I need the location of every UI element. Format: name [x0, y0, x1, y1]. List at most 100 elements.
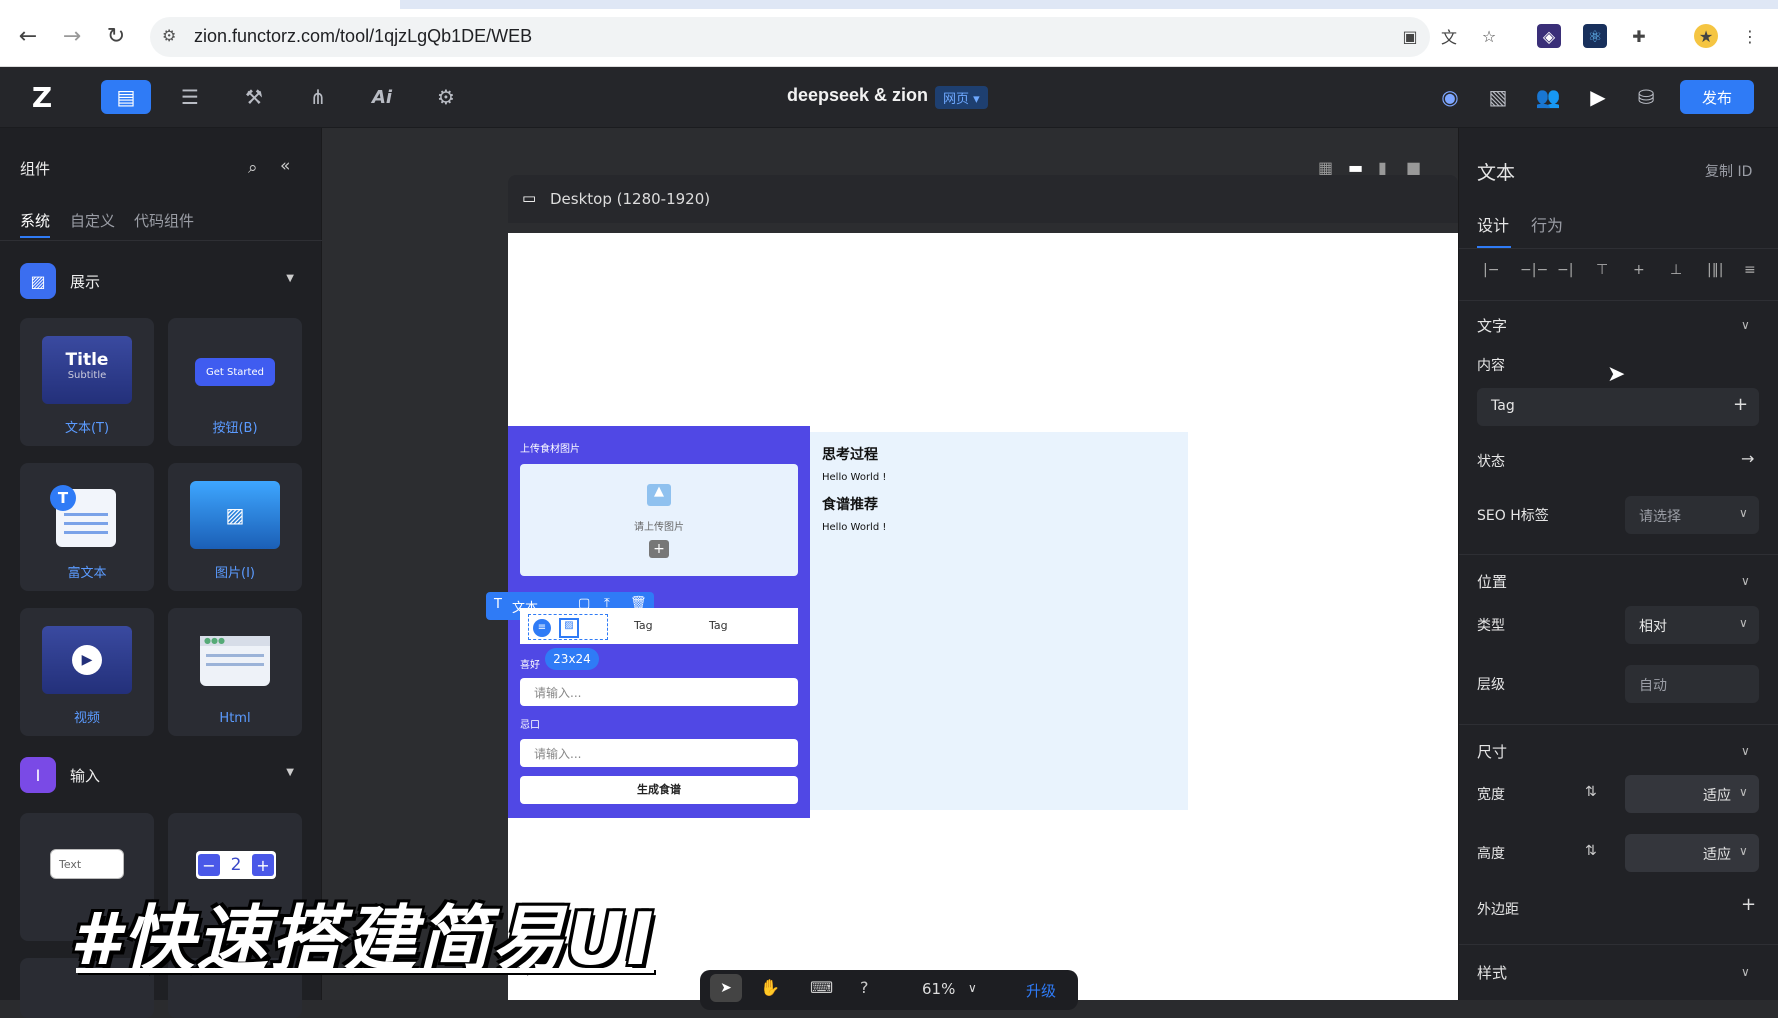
mouse-cursor-icon: ➤	[1607, 362, 1626, 387]
component-video[interactable]: ▶ 视频	[20, 608, 154, 736]
distribute-h-icon[interactable]: |‖|	[1707, 262, 1723, 278]
browser-menu-icon[interactable]: ⋮	[1738, 24, 1762, 48]
chevron-down-icon[interactable]: ∨	[968, 981, 977, 995]
pointer-tool-icon[interactable]: ➤	[710, 974, 742, 1002]
position-section-title: 位置	[1477, 573, 1508, 591]
tab-behavior[interactable]: 行为	[1531, 212, 1563, 236]
keyboard-icon[interactable]: ⌨	[810, 978, 833, 997]
add-binding-icon[interactable]: +	[1733, 394, 1748, 415]
address-bar[interactable]: ⚙ zion.functorz.com/tool/1qjzLgQb1DE/WEB	[150, 17, 1430, 57]
chevron-down-icon[interactable]: ∨	[1741, 744, 1750, 758]
align-left-icon[interactable]: |−	[1483, 262, 1499, 278]
react-devtools-icon[interactable]: ⚛	[1583, 24, 1607, 48]
data-icon[interactable]: ☰	[174, 81, 206, 113]
component-image[interactable]: ▨ 图片(I)	[168, 463, 302, 591]
tag-text[interactable]: Tag	[709, 619, 728, 632]
flow-icon[interactable]: ⋔	[302, 81, 334, 113]
tab-code-components[interactable]: 代码组件	[134, 210, 194, 231]
tag-row[interactable]: ≡ ▨ Tag Tag	[520, 608, 798, 644]
chevron-down-icon: ∨	[1739, 506, 1748, 520]
align-center-h-icon[interactable]: −|−	[1520, 262, 1548, 278]
form-container[interactable]: 上传食材图片 ▲ 请上传图片 + T 文本 ▢ ⤒ 🗑 ≡ ▨ Tag Tag …	[486, 426, 810, 818]
arrow-right-icon[interactable]: →	[1741, 449, 1754, 468]
component-text[interactable]: Title Subtitle 文本(T)	[20, 318, 154, 446]
tag-text[interactable]: Tag	[634, 619, 653, 632]
component-panel: 组件 ⌕ « 系统 自定义 代码组件 ▨ 展示 ▼ Title Subtitle…	[0, 128, 322, 1018]
component-html[interactable]: ●●● Html	[168, 608, 302, 736]
preview-play-icon[interactable]: ▶	[1582, 81, 1614, 113]
tab-design[interactable]: 设计	[1477, 212, 1509, 236]
profile-avatar[interactable]: ★	[1694, 24, 1718, 48]
help-icon[interactable]: ?	[860, 978, 869, 997]
preference-input[interactable]: 请输入...	[520, 678, 798, 706]
upload-box[interactable]: ▲ 请上传图片 +	[520, 464, 798, 576]
ai-icon[interactable]: Ai	[366, 81, 398, 113]
url-text[interactable]: zion.functorz.com/tool/1qjzLgQb1DE/WEB	[194, 26, 532, 47]
component-rich-text[interactable]: T 富文本	[20, 463, 154, 591]
collapse-icon[interactable]: «	[280, 156, 290, 176]
database-check-icon[interactable]: ⛁	[1630, 81, 1662, 113]
back-icon[interactable]: ←	[14, 22, 42, 50]
monitor-icon: ▭	[522, 189, 537, 207]
thinking-text: Hello World !	[822, 472, 887, 483]
platform-selector[interactable]: 网页 ▾	[935, 86, 988, 109]
seo-label: SEO H标签	[1477, 508, 1549, 524]
components-icon[interactable]: ▤	[101, 80, 151, 114]
search-icon[interactable]: ⌕	[248, 158, 258, 178]
settings-gear-icon[interactable]: ⚙	[430, 81, 462, 113]
output-container[interactable]: 思考过程 Hello World ! 食谱推荐 Hello World !	[810, 432, 1188, 810]
chevron-down-icon[interactable]: ∨	[1741, 965, 1750, 979]
section-input[interactable]: I 输入 ▼	[20, 757, 302, 793]
align-right-icon[interactable]: −|	[1557, 262, 1573, 278]
upgrade-link[interactable]: 升级	[1026, 980, 1056, 1001]
site-settings-icon[interactable]: ⚙	[162, 26, 184, 48]
extensions-puzzle-icon[interactable]: ✚	[1627, 24, 1651, 48]
size-badge: 23x24	[545, 648, 599, 670]
margin-label: 外边距	[1477, 902, 1519, 918]
device-label: Desktop (1280-1920)	[550, 190, 711, 208]
publish-button[interactable]: 发布	[1680, 80, 1754, 114]
component-label: 按钮(B)	[212, 421, 258, 436]
clipboard-icon[interactable]: ▣	[1398, 24, 1422, 48]
zoom-level[interactable]: 61%	[922, 980, 955, 998]
translate-icon[interactable]: 文	[1437, 24, 1461, 48]
align-top-icon[interactable]: ⊤	[1596, 262, 1608, 278]
component-button[interactable]: Get Started 按钮(B)	[168, 318, 302, 446]
caret-down-icon: ▼	[286, 273, 294, 284]
section-display[interactable]: ▨ 展示 ▼	[20, 263, 302, 299]
caption-underline	[76, 968, 654, 973]
chevron-down-icon[interactable]: ∨	[1741, 318, 1750, 332]
collaborators-icon[interactable]: 👥	[1532, 81, 1564, 113]
forward-icon[interactable]: →	[58, 22, 86, 50]
tab-system[interactable]: 系统	[20, 210, 50, 231]
add-image-button[interactable]: +	[649, 540, 669, 558]
rich-text-badge: T	[50, 485, 76, 511]
panel-title: 组件	[20, 160, 51, 178]
z-index-field[interactable]: 自动	[1625, 665, 1759, 703]
align-bottom-icon[interactable]: ⊥	[1670, 262, 1682, 278]
chevron-down-icon[interactable]: ∨	[1741, 574, 1750, 588]
add-margin-icon[interactable]: +	[1741, 894, 1756, 915]
actions-icon[interactable]: ⚒	[238, 81, 270, 113]
tab-custom[interactable]: 自定义	[70, 210, 115, 231]
reload-icon[interactable]: ↻	[102, 22, 130, 50]
hand-tool-icon[interactable]: ✋	[760, 978, 780, 997]
copy-id-button[interactable]: 复制 ID	[1705, 161, 1752, 181]
avoid-input[interactable]: 请输入...	[520, 739, 798, 767]
assistant-icon[interactable]: ◉	[1434, 81, 1466, 113]
page-add-icon[interactable]: ▧	[1482, 81, 1514, 113]
zion-logo[interactable]: Z	[26, 81, 58, 114]
bookmark-star-icon[interactable]: ☆	[1477, 24, 1501, 48]
extension-icon[interactable]: ◈	[1537, 24, 1561, 48]
plus-icon: +	[251, 854, 274, 876]
distribute-v-icon[interactable]: ≡	[1744, 262, 1756, 278]
selected-element[interactable]: ≡ ▨	[528, 614, 608, 640]
recipe-heading: 食谱推荐	[822, 497, 878, 513]
width-adjust-icon[interactable]: ⇅	[1585, 784, 1597, 800]
z-index-label: 层级	[1477, 677, 1505, 693]
content-field[interactable]: Tag	[1477, 388, 1759, 426]
play-icon: ▶	[72, 645, 102, 675]
align-middle-icon[interactable]: +	[1633, 262, 1645, 278]
generate-recipe-button[interactable]: 生成食谱	[520, 776, 798, 804]
height-adjust-icon[interactable]: ⇅	[1585, 843, 1597, 859]
